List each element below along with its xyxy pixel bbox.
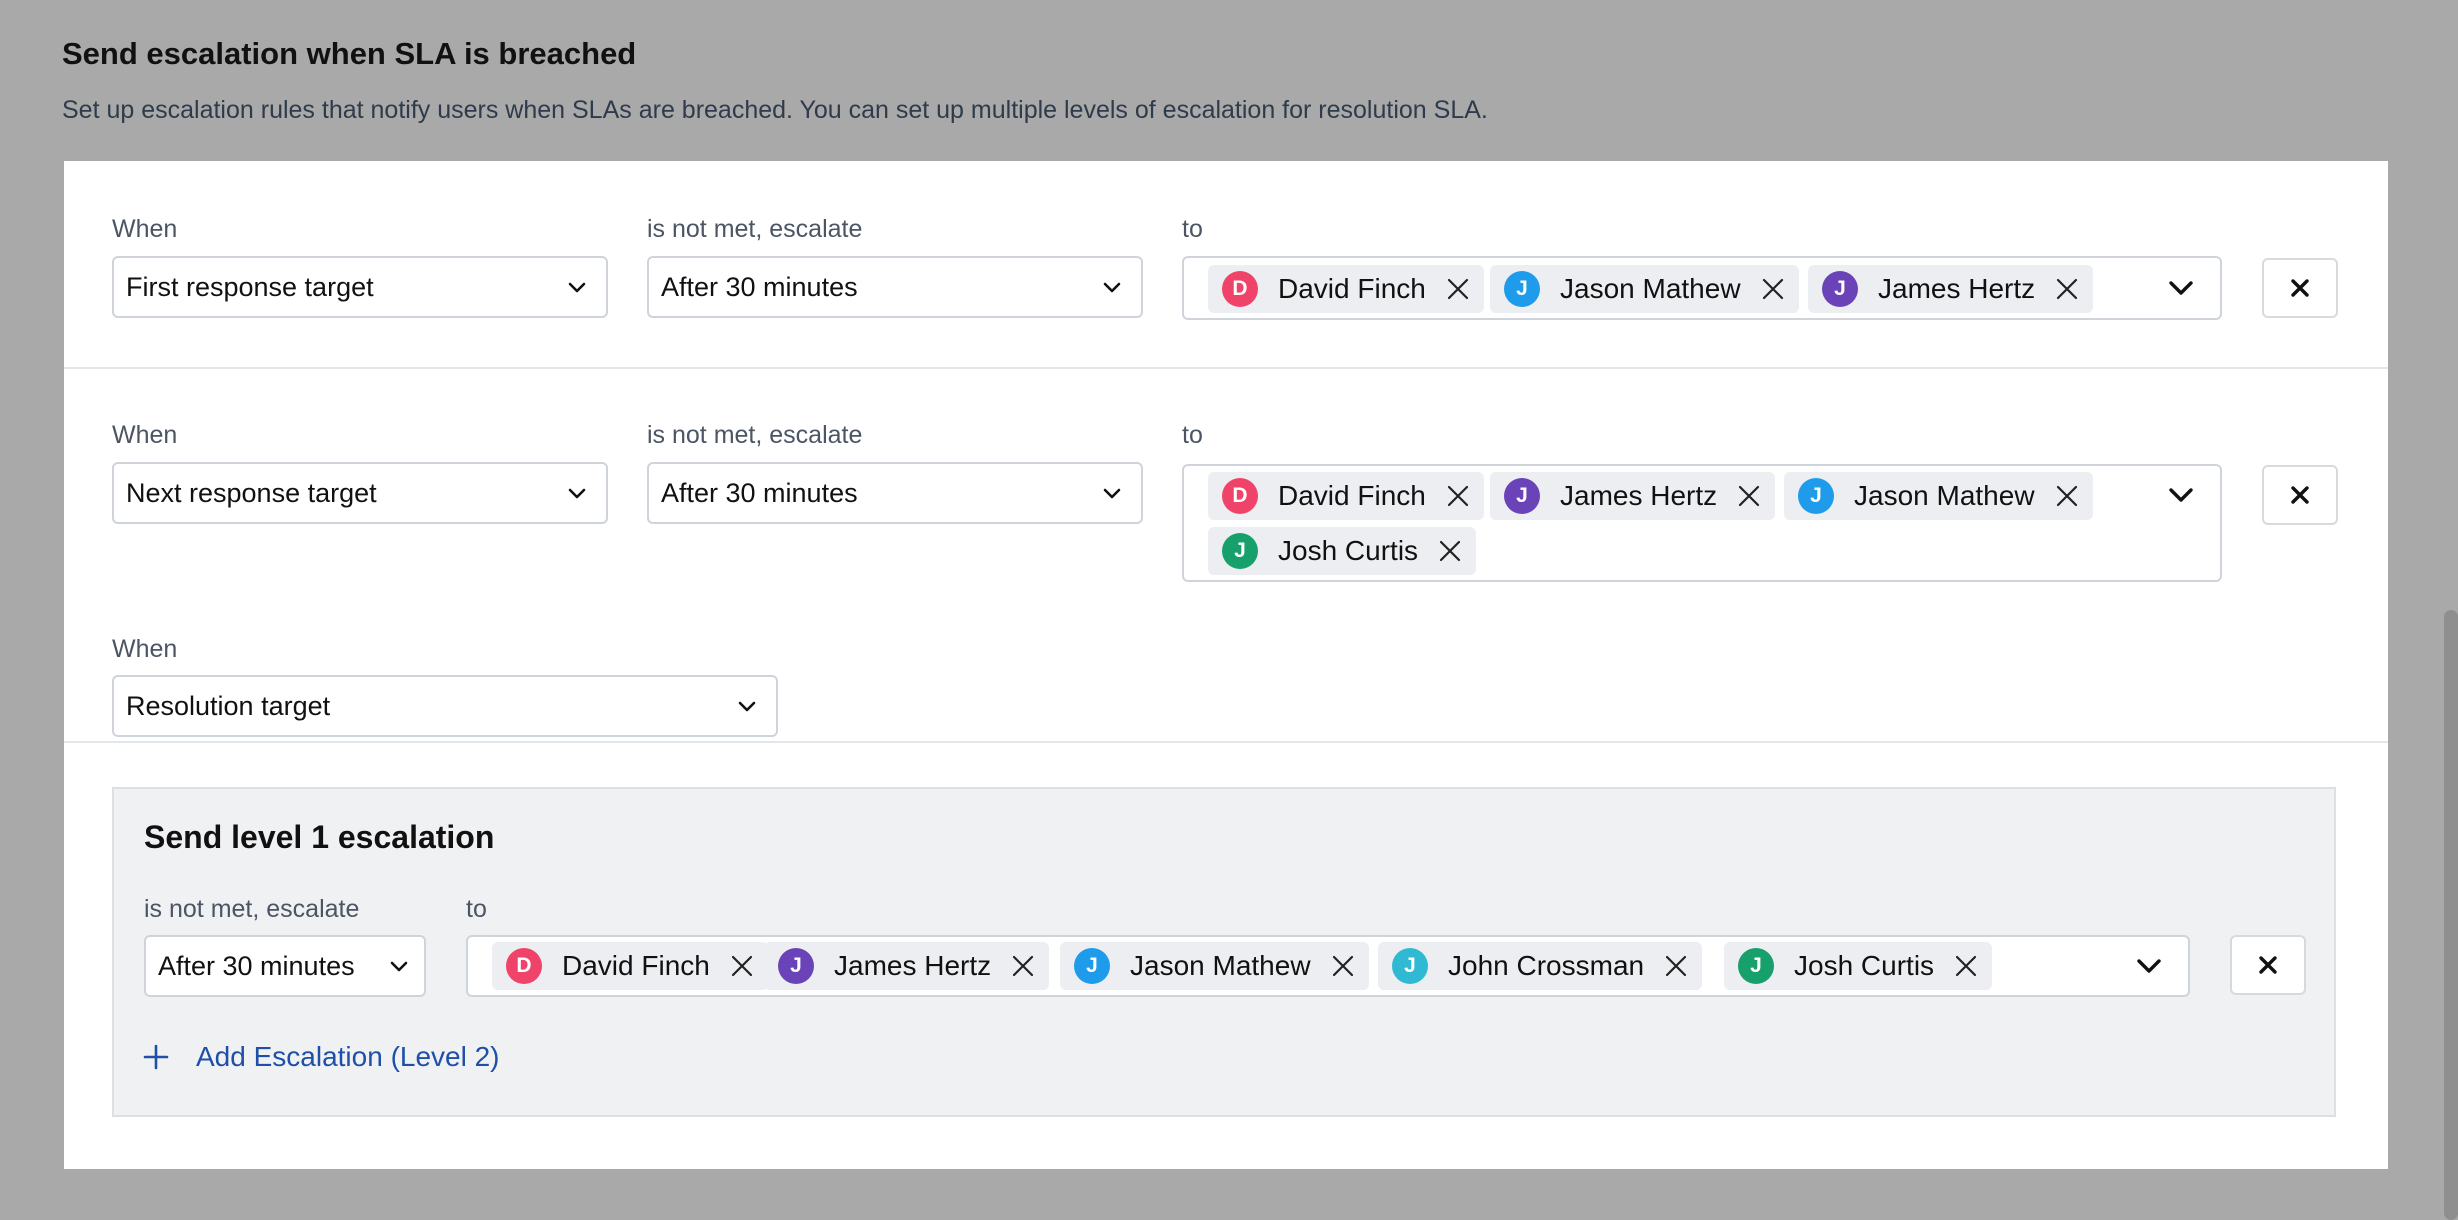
chevron-down-icon bbox=[566, 276, 588, 298]
recipient-name: Jason Mathew bbox=[1130, 950, 1311, 982]
remove-recipient-icon[interactable] bbox=[1329, 952, 1357, 980]
escalate-label: is not met, escalate bbox=[144, 895, 359, 924]
recipient-name: James Hertz bbox=[834, 950, 991, 982]
remove-level-button[interactable] bbox=[2230, 935, 2306, 995]
recipient-chip: D David Finch bbox=[1208, 472, 1484, 520]
add-escalation-label: Add Escalation (Level 2) bbox=[196, 1041, 500, 1073]
escalate-delay-select[interactable]: After 30 minutes bbox=[647, 462, 1143, 524]
to-label: to bbox=[1182, 421, 1203, 450]
escalate-delay-value: After 30 minutes bbox=[661, 272, 858, 303]
avatar: J bbox=[1074, 948, 1110, 984]
sla-target-value: Next response target bbox=[126, 478, 377, 509]
escalate-delay-select[interactable]: After 30 minutes bbox=[144, 935, 426, 997]
remove-rule-button[interactable] bbox=[2262, 465, 2338, 525]
avatar: J bbox=[1504, 478, 1540, 514]
recipient-name: David Finch bbox=[562, 950, 710, 982]
escalation-rule-first-response: When First response target is not met, e… bbox=[64, 161, 2388, 369]
sla-target-value: First response target bbox=[126, 272, 374, 303]
remove-recipient-icon[interactable] bbox=[728, 952, 756, 980]
remove-recipient-icon[interactable] bbox=[1009, 952, 1037, 980]
recipient-chip: J James Hertz bbox=[1808, 265, 2093, 313]
escalation-rules-panel: When First response target is not met, e… bbox=[64, 161, 2388, 1169]
plus-icon bbox=[142, 1043, 170, 1071]
recipient-chip: J Jason Mathew bbox=[1784, 472, 2093, 520]
recipient-name: Jason Mathew bbox=[1560, 273, 1741, 305]
escalate-label: is not met, escalate bbox=[647, 421, 862, 450]
recipient-name: Josh Curtis bbox=[1794, 950, 1934, 982]
remove-recipient-icon[interactable] bbox=[1759, 275, 1787, 303]
escalate-label: is not met, escalate bbox=[647, 215, 862, 244]
remove-recipient-icon[interactable] bbox=[1952, 952, 1980, 980]
recipient-chip: J Jason Mathew bbox=[1490, 265, 1799, 313]
recipient-name: James Hertz bbox=[1878, 273, 2035, 305]
remove-recipient-icon[interactable] bbox=[1444, 482, 1472, 510]
level-title: Send level 1 escalation bbox=[144, 819, 494, 856]
avatar: D bbox=[506, 948, 542, 984]
avatar: D bbox=[1222, 478, 1258, 514]
recipient-name: David Finch bbox=[1278, 273, 1426, 305]
avatar: J bbox=[778, 948, 814, 984]
remove-recipient-icon[interactable] bbox=[1444, 275, 1472, 303]
to-label: to bbox=[466, 895, 487, 924]
close-icon bbox=[2289, 484, 2311, 506]
chevron-down-icon[interactable] bbox=[2166, 480, 2196, 510]
sla-target-select[interactable]: Next response target bbox=[112, 462, 608, 524]
sla-target-select[interactable]: First response target bbox=[112, 256, 608, 318]
recipient-chip: J Josh Curtis bbox=[1724, 942, 1992, 990]
recipients-multiselect[interactable]: D David Finch J James Hertz J Jason Math… bbox=[466, 935, 2190, 997]
recipient-chip: J Jason Mathew bbox=[1060, 942, 1369, 990]
chevron-down-icon bbox=[1101, 482, 1123, 504]
recipient-name: James Hertz bbox=[1560, 480, 1717, 512]
chevron-down-icon bbox=[736, 695, 758, 717]
avatar: J bbox=[1222, 533, 1258, 569]
remove-recipient-icon[interactable] bbox=[1662, 952, 1690, 980]
recipient-chip: D David Finch bbox=[1208, 265, 1484, 313]
recipient-name: John Crossman bbox=[1448, 950, 1644, 982]
sla-target-select[interactable]: Resolution target bbox=[112, 675, 778, 737]
close-icon bbox=[2289, 277, 2311, 299]
scrollbar[interactable] bbox=[2444, 610, 2458, 1220]
chevron-down-icon bbox=[566, 482, 588, 504]
remove-recipient-icon[interactable] bbox=[1436, 537, 1464, 565]
remove-recipient-icon[interactable] bbox=[2053, 482, 2081, 510]
to-label: to bbox=[1182, 215, 1203, 244]
sla-target-value: Resolution target bbox=[126, 691, 330, 722]
recipient-name: Jason Mathew bbox=[1854, 480, 2035, 512]
chevron-down-icon[interactable] bbox=[2166, 273, 2196, 303]
escalate-delay-value: After 30 minutes bbox=[661, 478, 858, 509]
escalate-delay-value: After 30 minutes bbox=[158, 951, 355, 982]
recipient-chip: J Josh Curtis bbox=[1208, 527, 1476, 575]
when-label: When bbox=[112, 421, 177, 450]
recipient-chip: D David Finch bbox=[492, 942, 768, 990]
avatar: J bbox=[1504, 271, 1540, 307]
recipient-chip: J James Hertz bbox=[764, 942, 1049, 990]
close-icon bbox=[2257, 954, 2279, 976]
chevron-down-icon[interactable] bbox=[2134, 951, 2164, 981]
add-escalation-level-2-button[interactable]: Add Escalation (Level 2) bbox=[142, 1041, 500, 1073]
avatar: J bbox=[1822, 271, 1858, 307]
recipient-chip: J James Hertz bbox=[1490, 472, 1775, 520]
recipients-multiselect[interactable]: D David Finch J Jason Mathew J James Her… bbox=[1182, 256, 2222, 320]
chevron-down-icon bbox=[388, 955, 410, 977]
avatar: J bbox=[1738, 948, 1774, 984]
recipient-chip: J John Crossman bbox=[1378, 942, 1702, 990]
section-title: Send escalation when SLA is breached bbox=[62, 36, 636, 72]
remove-recipient-icon[interactable] bbox=[2053, 275, 2081, 303]
recipients-multiselect[interactable]: D David Finch J James Hertz J Jason Math… bbox=[1182, 464, 2222, 582]
avatar: J bbox=[1392, 948, 1428, 984]
avatar: J bbox=[1798, 478, 1834, 514]
recipient-name: Josh Curtis bbox=[1278, 535, 1418, 567]
escalation-level-1: Send level 1 escalation is not met, esca… bbox=[112, 787, 2336, 1117]
escalate-delay-select[interactable]: After 30 minutes bbox=[647, 256, 1143, 318]
section-description: Set up escalation rules that notify user… bbox=[62, 96, 1488, 125]
avatar: D bbox=[1222, 271, 1258, 307]
remove-rule-button[interactable] bbox=[2262, 258, 2338, 318]
chevron-down-icon bbox=[1101, 276, 1123, 298]
when-label: When bbox=[112, 215, 177, 244]
remove-recipient-icon[interactable] bbox=[1735, 482, 1763, 510]
recipient-name: David Finch bbox=[1278, 480, 1426, 512]
